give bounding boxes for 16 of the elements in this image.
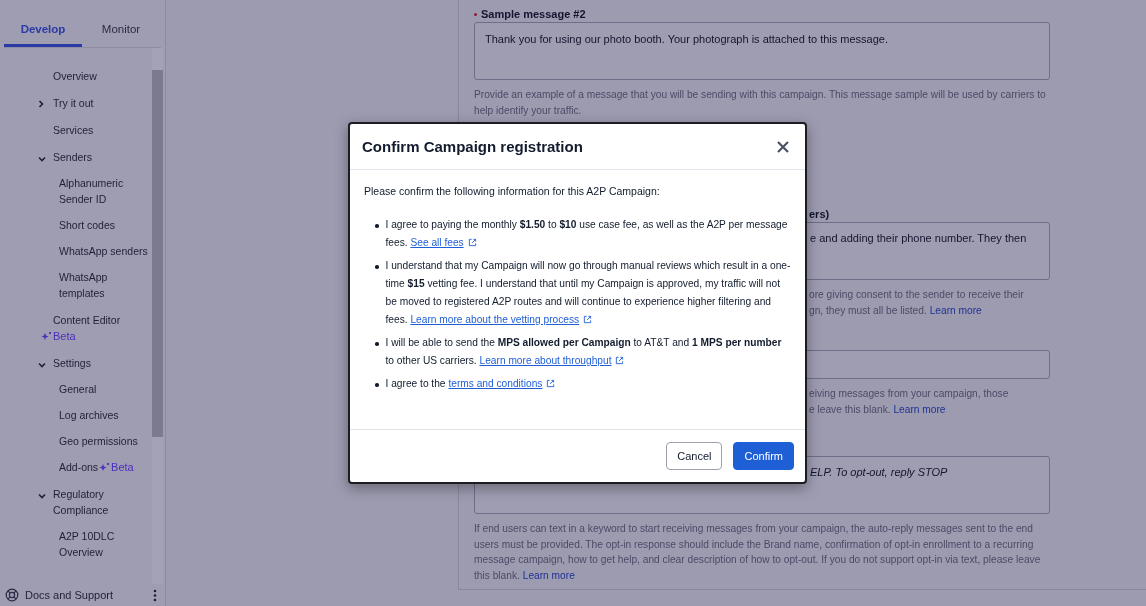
dialog-title: Confirm Campaign registration bbox=[362, 138, 583, 155]
list-item-text: I agree to the terms and conditions bbox=[385, 375, 791, 393]
help-text: ore giving consent to the sender to receive their bbox=[809, 289, 1024, 300]
field-label: ers) bbox=[808, 207, 831, 222]
help-text: Provide an example of a message that you will be sending with this campaign. This message sample will be used by carriers to help identify your traffic. bbox=[474, 88, 1047, 118]
dialog-intro: Please confirm the following information for this A2P Campaign: bbox=[364, 184, 661, 199]
list-item-text: I will be able to send the MPS allowed per Campaign to AT&T and 1 MPS per number to other US carriers. Learn more about throughput bbox=[385, 336, 783, 368]
help-text: gn, they must all be listed. bbox=[809, 304, 927, 316]
beta-label: Beta bbox=[41, 327, 76, 344]
list-item-text: I understand that my Campaign will now go through manual reviews which result in a one-time $15 vetting fee. I understand that until my Campaign is approved, my traffic will not be moved to registered A2P routes and will continue to experience higher filtering and fees. Learn more about the vetting process bbox=[385, 259, 791, 327]
field-label: Sample message #2 bbox=[474, 6, 1050, 22]
list-item-text: I agree to paying the monthly $1.50 to $10 use case fee, as well as the A2P per message fees. See all fees bbox=[385, 218, 789, 250]
help-text: If end users can text in a keyword to start receiving messages from your campaign, the auto-reply messages sent to the end users must be provided. The opt-in response should include the Brand name, confirmation of opt-in enrollment to a recurring message campaign, how to get help, and clear description of how to opt-out. If you do not support opt-in via text, please leave this blank. Learn more bbox=[474, 522, 1042, 583]
help-text: e leave this blank. bbox=[809, 403, 891, 415]
beta-label: Beta bbox=[99, 459, 134, 475]
help-text: eiving messages from your campaign, those bbox=[809, 388, 1009, 399]
